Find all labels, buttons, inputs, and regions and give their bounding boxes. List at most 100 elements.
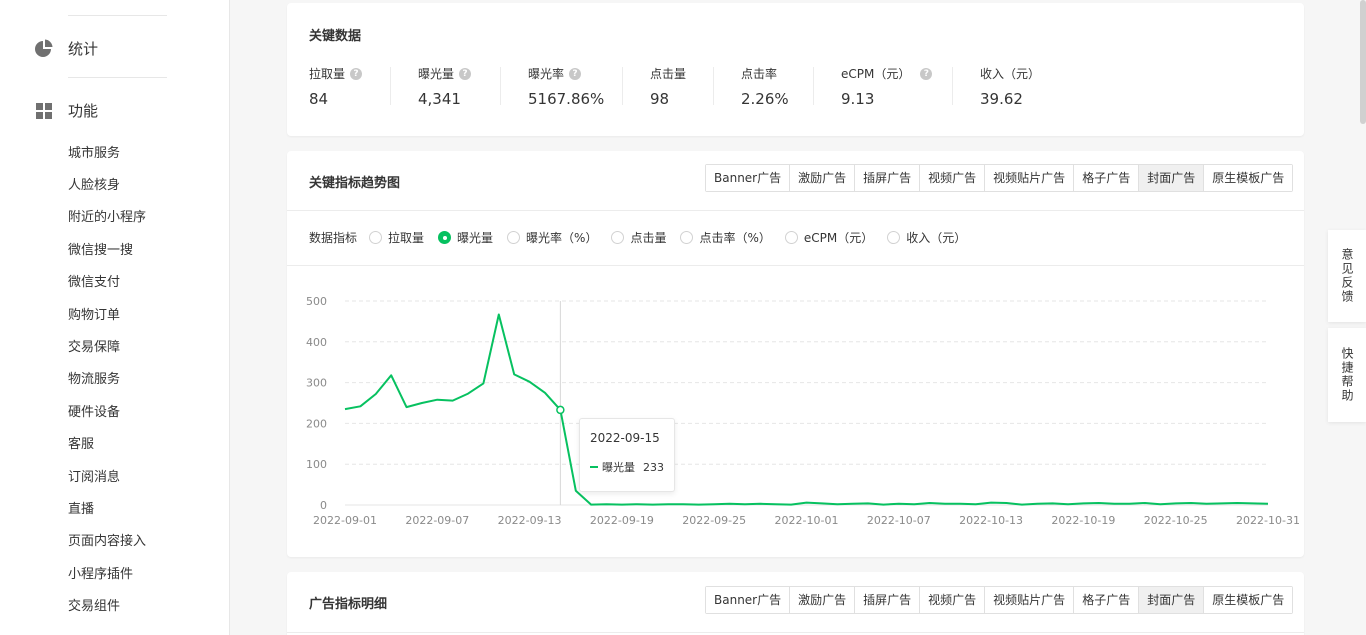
tab-banner[interactable]: Banner广告 [706, 587, 790, 613]
stat-click-rate: 点击率 2.26% [741, 65, 789, 108]
quick-help-button[interactable]: 快捷帮助 [1328, 328, 1366, 422]
stat-value: 84 [309, 90, 329, 108]
sidebar-item-page-content[interactable]: 页面内容接入 [68, 534, 146, 550]
tab-rewarded[interactable]: 激励广告 [789, 587, 855, 613]
metric-radio-label: 点击量 [630, 231, 667, 245]
stat-divider [952, 67, 953, 105]
detail-ad-type-tabs: Banner广告 激励广告 插屏广告 视频广告 视频贴片广告 格子广告 封面广告… [705, 586, 1294, 614]
radio-dot [507, 231, 521, 244]
sidebar-item-trade-components[interactable]: 交易组件 [68, 599, 120, 615]
help-icon[interactable]: ? [459, 67, 472, 80]
stat-value: 9.13 [841, 90, 875, 108]
tab-interstitial[interactable]: 插屏广告 [854, 587, 920, 613]
metric-radio-label: 曝光率（%） [526, 231, 598, 245]
stat-clicks: 点击量 98 [650, 65, 686, 108]
trend-line-chart[interactable]: 0 100 200 300 400 500 2022-09-01 2022-09-07 2022… [287, 266, 1304, 531]
x-tick-label: 2022-09-25 [682, 514, 746, 527]
metric-radio-label: 点击率（%） [699, 231, 771, 245]
stat-label: 曝光量 [418, 67, 455, 81]
tab-video[interactable]: 视频广告 [919, 165, 985, 191]
stat-divider [390, 67, 391, 105]
tab-interstitial[interactable]: 插屏广告 [854, 165, 920, 191]
feedback-button[interactable]: 意见反馈 [1328, 230, 1366, 322]
tab-video-patch[interactable]: 视频贴片广告 [984, 165, 1074, 191]
tab-rewarded[interactable]: 激励广告 [789, 165, 855, 191]
stat-label: 曝光率 [528, 67, 565, 81]
x-tick-label: 2022-09-19 [590, 514, 654, 527]
stat-revenue: 收入（元） 39.62 [980, 65, 1040, 108]
tab-banner[interactable]: Banner广告 [706, 165, 790, 191]
help-icon[interactable]: ? [920, 67, 933, 80]
sidebar-item-nearby-miniprogram[interactable]: 附近的小程序 [68, 210, 146, 226]
x-tick-label: 2022-10-31 [1236, 514, 1300, 527]
sidebar-item-hardware[interactable]: 硬件设备 [68, 405, 120, 421]
radio-dot [611, 231, 625, 244]
sidebar-section-features-label: 功能 [68, 102, 99, 120]
detail-card: 广告指标明细 Banner广告 激励广告 插屏广告 视频广告 视频贴片广告 格子… [287, 572, 1304, 635]
sidebar-item-face-verify[interactable]: 人脸核身 [68, 178, 120, 194]
x-tick-label: 2022-10-07 [867, 514, 931, 527]
stat-divider [622, 67, 623, 105]
metric-radio-clicks[interactable]: 点击量 [611, 229, 666, 246]
sidebar-item-shopping-orders[interactable]: 购物订单 [68, 308, 120, 324]
stat-value: 39.62 [980, 90, 1023, 108]
tab-video-patch[interactable]: 视频贴片广告 [984, 587, 1074, 613]
scrollbar-thumb[interactable] [1360, 0, 1366, 124]
metric-radio-label: eCPM（元） [803, 231, 874, 245]
sidebar: 统计 功能 城市服务 人脸核身 附近的小程序 微信搜一搜 微信支付 购物订单 交… [0, 0, 230, 635]
metric-radio-exposure-rate[interactable]: 曝光率（%） [507, 229, 597, 246]
sidebar-item-wechat-pay[interactable]: 微信支付 [68, 275, 120, 291]
stat-divider [813, 67, 814, 105]
y-tick-label: 200 [306, 417, 327, 430]
metric-radio-label: 曝光量 [457, 231, 494, 245]
sidebar-item-plugins[interactable]: 小程序插件 [68, 567, 133, 583]
y-tick-label: 0 [320, 499, 327, 512]
stat-label: 拉取量 [309, 67, 346, 81]
sidebar-section-features[interactable]: 功能 [34, 100, 98, 121]
stat-exposure-rate: 曝光率 ? 5167.86% [528, 65, 604, 108]
sidebar-item-city-services[interactable]: 城市服务 [68, 146, 120, 162]
metric-radio-ecpm[interactable]: eCPM（元） [784, 229, 874, 246]
x-tick-label: 2022-10-01 [775, 514, 839, 527]
metric-radio-pull[interactable]: 拉取量 [369, 229, 424, 246]
sidebar-section-stats[interactable]: 统计 [34, 38, 98, 59]
metric-selector: 数据指标 拉取量 曝光量 曝光率（%） 点击量 点击率（%） eCPM（元） 收… [309, 229, 980, 246]
radio-dot [369, 231, 383, 244]
x-tick-label: 2022-10-19 [1051, 514, 1115, 527]
stat-value: 2.26% [741, 90, 789, 108]
tab-native-template[interactable]: 原生模板广告 [1203, 587, 1293, 613]
stat-label: 点击率 [741, 67, 778, 81]
sidebar-item-subscribe-messages[interactable]: 订阅消息 [68, 470, 120, 486]
help-icon[interactable]: ? [350, 67, 363, 80]
sidebar-item-trade-guarantee[interactable]: 交易保障 [68, 340, 120, 356]
sidebar-item-logistics[interactable]: 物流服务 [68, 372, 120, 388]
tooltip-series-name: 曝光量 [602, 461, 635, 474]
hovered-data-point [556, 405, 565, 415]
tooltip-date: 2022-09-15 [590, 431, 660, 445]
metric-radio-exposure[interactable]: 曝光量 [438, 229, 493, 246]
tab-cover[interactable]: 封面广告 [1138, 165, 1204, 191]
tab-grid[interactable]: 格子广告 [1073, 165, 1139, 191]
sidebar-item-live[interactable]: 直播 [68, 502, 94, 518]
stat-label: eCPM（元） [841, 67, 911, 81]
x-tick-label: 2022-09-07 [405, 514, 469, 527]
tooltip-series-swatch [590, 466, 598, 468]
help-icon[interactable]: ? [569, 67, 582, 80]
x-tick-label: 2022-09-01 [313, 514, 377, 527]
tab-grid[interactable]: 格子广告 [1073, 587, 1139, 613]
tab-native-template[interactable]: 原生模板广告 [1203, 165, 1293, 191]
sidebar-item-customer-service[interactable]: 客服 [68, 437, 94, 453]
metric-radio-revenue[interactable]: 收入（元） [887, 229, 966, 246]
sidebar-item-wechat-search[interactable]: 微信搜一搜 [68, 243, 133, 259]
metric-radio-click-rate[interactable]: 点击率（%） [680, 229, 771, 246]
chart-tooltip: 2022-09-15 曝光量 233 [579, 418, 675, 492]
tab-cover[interactable]: 封面广告 [1138, 587, 1204, 613]
stat-label: 点击量 [650, 67, 687, 81]
sidebar-divider [68, 15, 167, 16]
metric-radio-label: 拉取量 [388, 231, 425, 245]
tab-video[interactable]: 视频广告 [919, 587, 985, 613]
divider [287, 632, 1304, 633]
stat-value: 5167.86% [528, 90, 605, 108]
key-data-card: 关键数据 拉取量 ? 84 曝光量 ? 4,341 曝光率 ? 5167.86%… [287, 3, 1304, 136]
stat-divider [713, 67, 714, 105]
